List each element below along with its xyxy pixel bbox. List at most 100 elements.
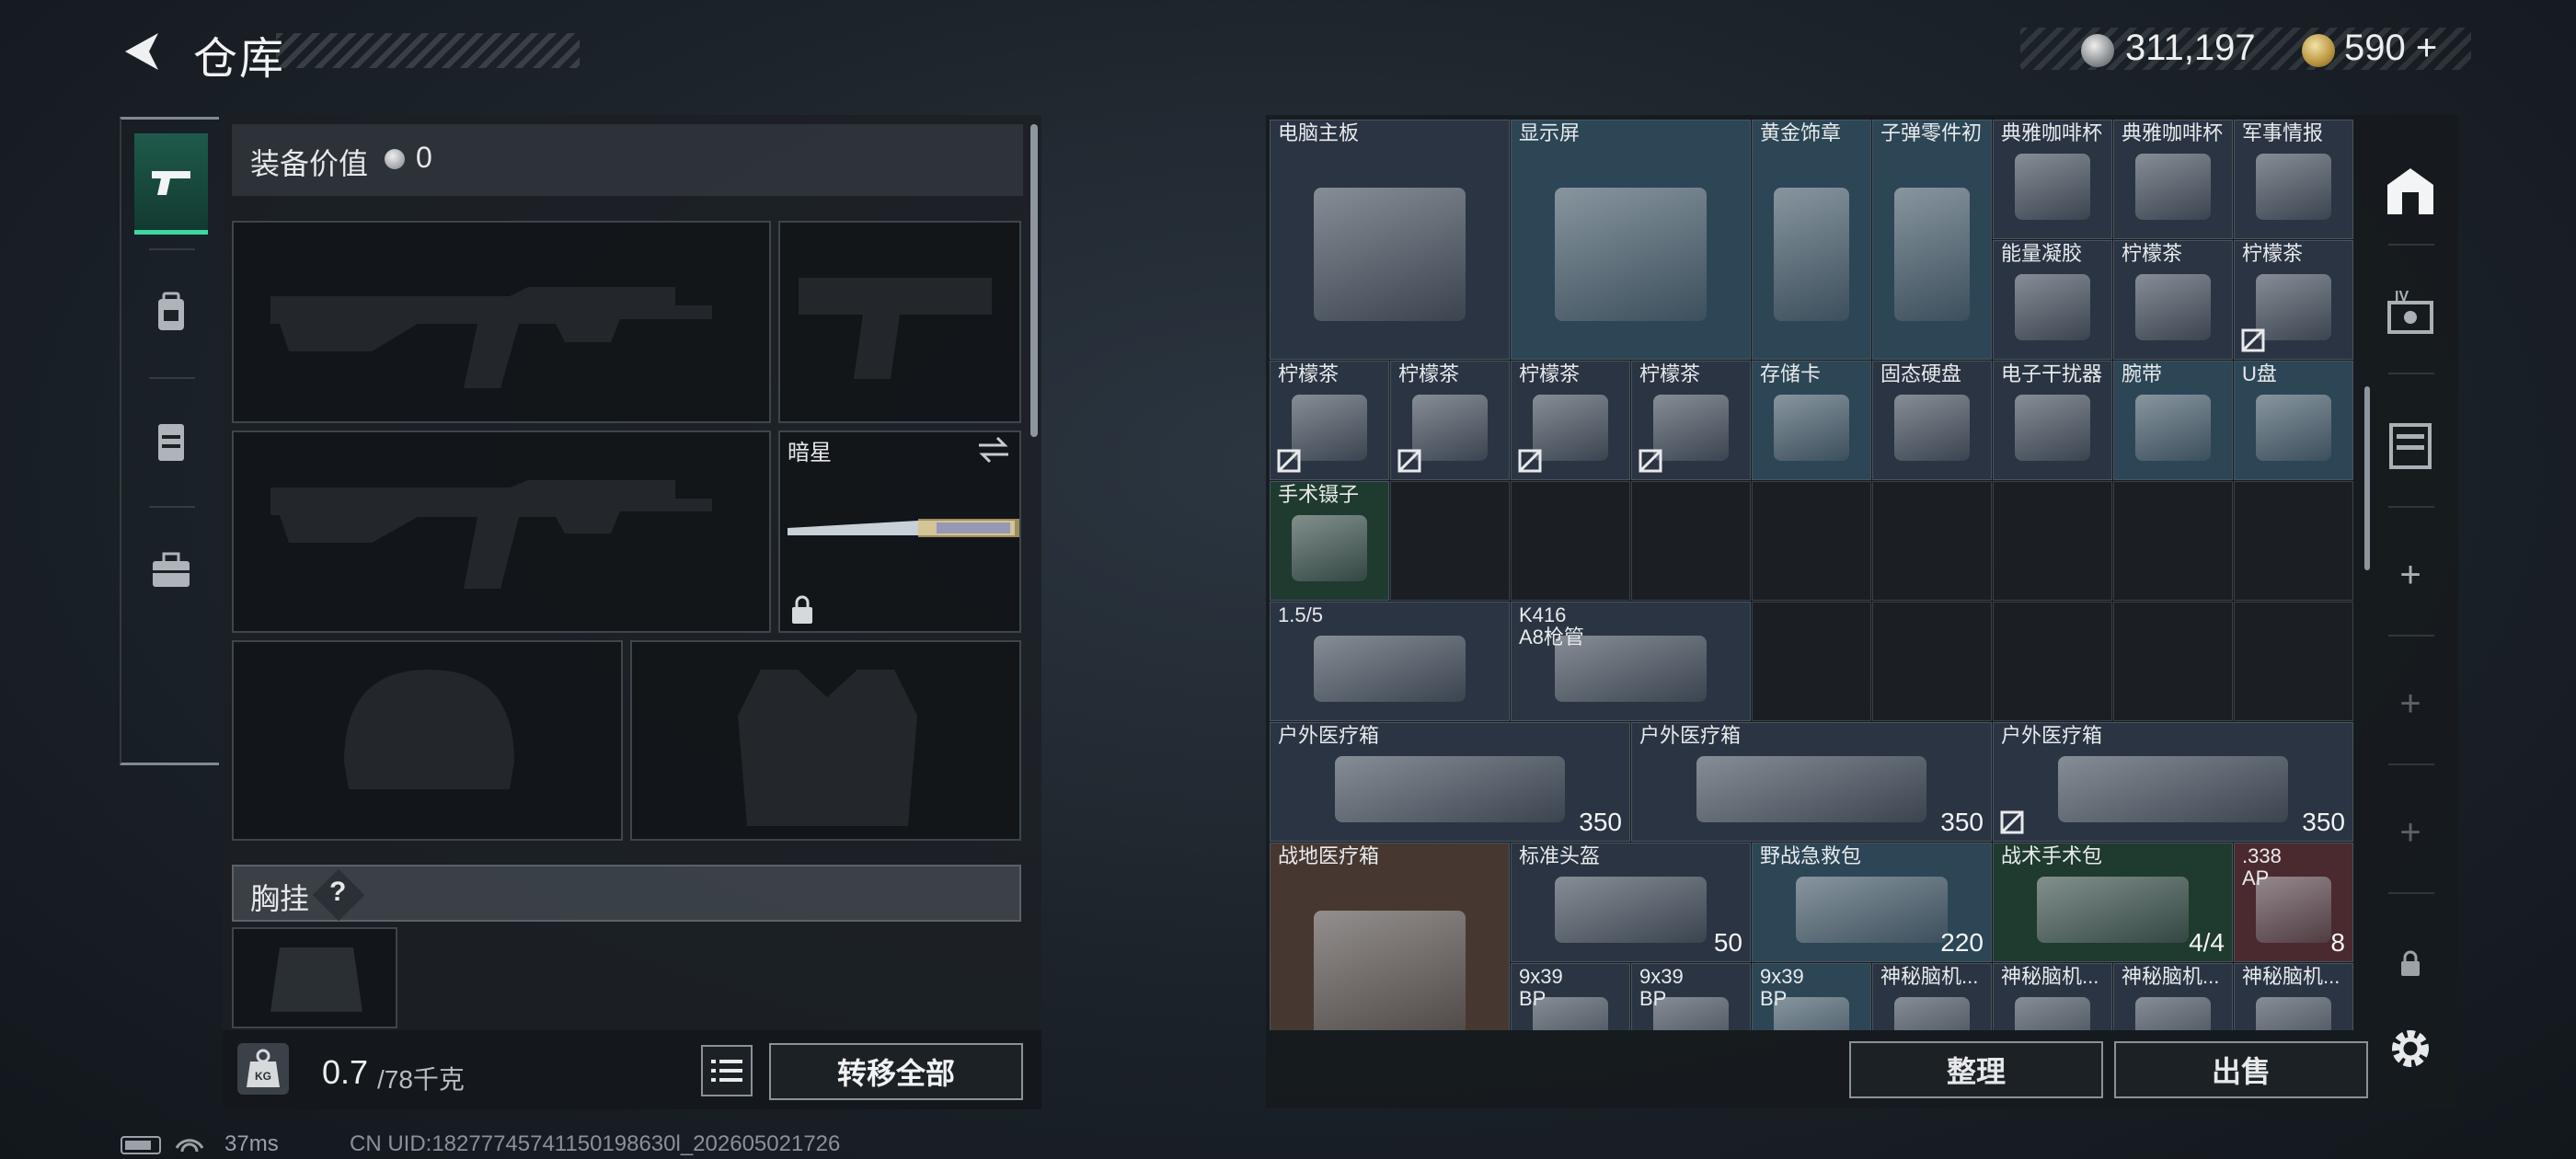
sell-button[interactable]: 出售 xyxy=(2114,1041,2368,1098)
stash-empty-cell[interactable] xyxy=(1752,602,1871,721)
item-image xyxy=(2135,153,2211,220)
stash-item[interactable]: 固态硬盘 xyxy=(1872,361,1992,480)
stash-item[interactable]: 战术手术包 4/4 xyxy=(1993,843,2233,962)
stash-item[interactable]: 户外医疗箱 350 xyxy=(1270,722,1630,842)
stash-item[interactable]: 子弹零件初 xyxy=(1872,120,1992,360)
stash-item[interactable]: 9x39 BP xyxy=(1631,963,1751,1030)
swap-icon[interactable] xyxy=(975,434,1012,465)
transfer-all-button[interactable]: 转移全部 xyxy=(769,1043,1023,1100)
item-image xyxy=(1292,514,1367,581)
stash-empty-cell[interactable] xyxy=(1752,481,1871,601)
settings-icon xyxy=(2392,1030,2429,1067)
item-value: 350 xyxy=(1579,808,1622,836)
stash-item[interactable]: 电脑主板 xyxy=(1270,120,1510,360)
item-image xyxy=(2015,996,2090,1030)
helmet-slot[interactable] xyxy=(232,640,623,841)
back-button[interactable] xyxy=(118,28,166,75)
stash-empty-cell[interactable] xyxy=(1993,481,2112,601)
stash-item[interactable]: 柠檬茶 xyxy=(2113,240,2233,360)
item-value: 8 xyxy=(2330,928,2345,957)
stash-item[interactable]: 柠檬茶 xyxy=(1270,361,1389,480)
stash-empty-cell[interactable] xyxy=(1872,602,1992,721)
stash-item[interactable]: 柠檬茶 xyxy=(1631,361,1751,480)
sort-button[interactable]: 整理 xyxy=(1849,1041,2103,1098)
nav-backpack[interactable] xyxy=(134,262,208,363)
stash-empty-cell[interactable] xyxy=(2113,602,2233,721)
stash-empty-cell[interactable] xyxy=(2113,481,2233,601)
armor-slot[interactable] xyxy=(630,640,1021,841)
stash-item[interactable]: 战地医疗箱 xyxy=(1270,843,1510,1030)
gold-amount[interactable]: 590 + xyxy=(2344,28,2437,69)
stash-item[interactable]: 腕带 xyxy=(2113,361,2233,480)
nav-weapons[interactable] xyxy=(134,133,208,235)
help-icon[interactable]: ? xyxy=(329,877,346,908)
stash-item[interactable]: 柠檬茶 xyxy=(1390,361,1510,480)
stash-scrollbar[interactable] xyxy=(2364,386,2370,570)
stash-item[interactable]: K416 A8枪管 xyxy=(1511,602,1751,721)
stash-item[interactable]: 神秘脑机... xyxy=(1872,963,1992,1030)
stash-item[interactable]: 显示屏 xyxy=(1511,120,1751,360)
item-name: 电脑主板 xyxy=(1278,121,1360,144)
add-slot-button[interactable]: + xyxy=(2374,538,2447,612)
item-name: K416 A8枪管 xyxy=(1519,603,1584,648)
stash-empty-cell[interactable] xyxy=(1511,481,1630,601)
primary-weapon-slot-1[interactable] xyxy=(232,221,771,423)
item-name: 战地医疗箱 xyxy=(1278,844,1380,867)
stash-item[interactable]: 户外医疗箱 350 xyxy=(1631,722,1992,842)
stash-home-icon xyxy=(2387,168,2433,214)
stash-item[interactable]: 存储卡 xyxy=(1752,361,1871,480)
loadout-scrollbar[interactable] xyxy=(1030,124,1038,437)
gold-add-icon[interactable]: + xyxy=(2416,28,2437,68)
list-view-button[interactable] xyxy=(701,1045,753,1096)
stash-empty-cell[interactable] xyxy=(2234,481,2353,601)
stash-item[interactable]: 神秘脑机... xyxy=(1993,963,2112,1030)
stash-empty-cell[interactable] xyxy=(1390,481,1510,601)
stash-item[interactable]: 电子干扰器 xyxy=(1993,361,2112,480)
stash-item[interactable]: U盘 xyxy=(2234,361,2353,480)
stash-item[interactable]: 9x39 BP xyxy=(1511,963,1630,1030)
primary-weapon-slot-2[interactable] xyxy=(232,430,771,633)
nav-divider xyxy=(2388,244,2434,246)
case-button[interactable] xyxy=(2374,409,2447,483)
stash-item[interactable]: 柠檬茶 xyxy=(2234,240,2353,360)
equipment-value: 0 xyxy=(416,141,432,174)
item-name: 柠檬茶 xyxy=(2122,242,2183,265)
silver-coin-icon xyxy=(2081,34,2114,67)
stash-item[interactable]: 手术镊子 xyxy=(1270,481,1389,601)
stash-item[interactable]: 野战急救包 220 xyxy=(1752,843,1992,962)
pistol-silhouette-icon xyxy=(799,278,992,379)
stash-empty-cell[interactable] xyxy=(2234,602,2353,721)
level-box-button[interactable]: IV xyxy=(2374,276,2447,350)
stash-empty-cell[interactable] xyxy=(1631,481,1751,601)
stash-item[interactable]: 1.5/5 xyxy=(1270,602,1510,721)
item-image xyxy=(1335,755,1565,822)
item-value: 220 xyxy=(1940,928,1984,957)
stash-item[interactable]: 典雅咖啡杯 xyxy=(1993,120,2112,239)
stash-empty-cell[interactable] xyxy=(1993,602,2112,721)
stash-item[interactable]: 标准头盔 50 xyxy=(1511,843,1751,962)
add-slot-button[interactable]: + xyxy=(2374,796,2447,869)
item-image xyxy=(2256,394,2331,461)
chest-rig-slot[interactable] xyxy=(232,927,397,1028)
stash-item[interactable]: 能量凝胶 xyxy=(1993,240,2112,360)
stash-empty-cell[interactable] xyxy=(1872,481,1992,601)
stash-item[interactable]: 神秘脑机... xyxy=(2113,963,2233,1030)
stash-item[interactable]: 9x39 BP xyxy=(1752,963,1871,1030)
wifi-icon xyxy=(175,1139,204,1153)
stash-item[interactable]: .338 AP 8 xyxy=(2234,843,2353,962)
pistol-slot[interactable] xyxy=(778,221,1021,423)
stash-item[interactable]: 户外医疗箱 350 xyxy=(1993,722,2353,842)
stash-item[interactable]: 黄金饰章 xyxy=(1752,120,1871,360)
stash-item[interactable]: 典雅咖啡杯 xyxy=(2113,120,2233,239)
add-icon: + xyxy=(2399,811,2421,853)
settings-button[interactable] xyxy=(2374,1012,2447,1085)
stash-home-button[interactable] xyxy=(2374,155,2447,228)
add-slot-button[interactable]: + xyxy=(2374,667,2447,740)
list-icon xyxy=(711,1060,742,1082)
stash-item[interactable]: 军事情报 xyxy=(2234,120,2353,239)
nav-chest-rig[interactable] xyxy=(134,391,208,492)
add-icon: + xyxy=(2399,683,2421,724)
stash-item[interactable]: 神秘脑机... xyxy=(2234,963,2353,1030)
nav-toolbox[interactable] xyxy=(134,520,208,621)
stash-item[interactable]: 柠檬茶 xyxy=(1511,361,1630,480)
